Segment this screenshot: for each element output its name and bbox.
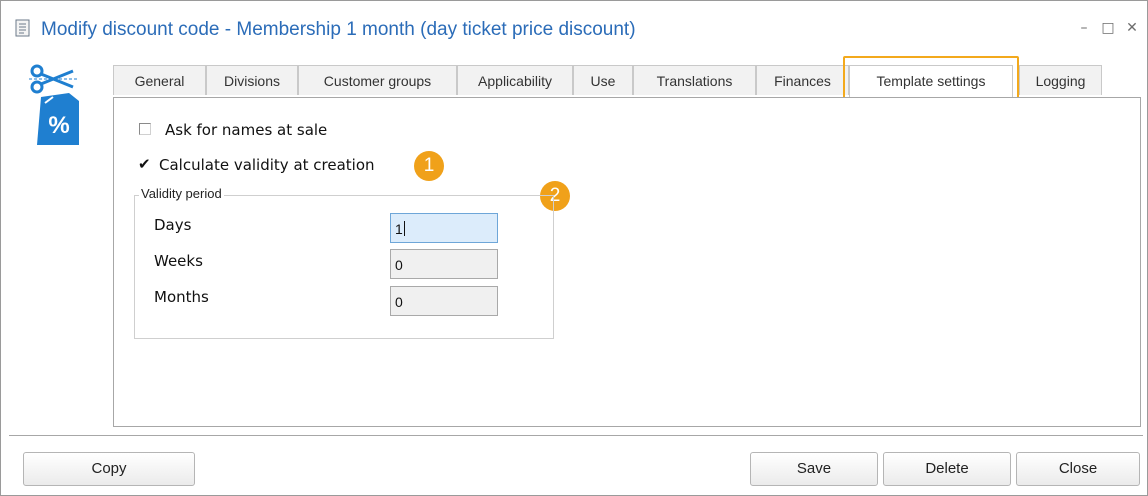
close-window-button[interactable]: ✕ — [1123, 19, 1141, 37]
discount-scissors-percent-icon: % — [29, 64, 79, 145]
days-input[interactable]: 1 — [390, 213, 498, 243]
days-label: Days — [154, 216, 192, 234]
months-input[interactable]: 0 — [390, 286, 498, 316]
maximize-button[interactable]: □ — [1099, 19, 1117, 37]
tab-general[interactable]: General — [113, 65, 206, 95]
delete-button[interactable]: Delete — [883, 452, 1011, 486]
tab-use[interactable]: Use — [573, 65, 633, 95]
days-value: 1 — [395, 221, 403, 237]
annotation-badge-1: 1 — [414, 151, 444, 181]
percent-glyph: % — [48, 112, 69, 139]
calc-validity-checkbox[interactable]: ✔ — [138, 155, 151, 173]
window-title: Modify discount code - Membership 1 mont… — [41, 19, 636, 40]
minimize-button[interactable]: – — [1075, 19, 1093, 37]
copy-button[interactable]: Copy — [23, 452, 195, 486]
checkmark-icon: ✔ — [138, 155, 151, 173]
tab-template-settings[interactable]: Template settings — [849, 65, 1013, 98]
tab-translations[interactable]: Translations — [633, 65, 756, 95]
form-icon — [15, 19, 30, 37]
weeks-label: Weeks — [154, 252, 203, 270]
weeks-value: 0 — [395, 257, 403, 273]
save-button[interactable]: Save — [750, 452, 878, 486]
weeks-input[interactable]: 0 — [390, 249, 498, 279]
close-button[interactable]: Close — [1016, 452, 1140, 486]
months-value: 0 — [395, 294, 403, 310]
tab-finances[interactable]: Finances — [756, 65, 849, 95]
calc-validity-label: Calculate validity at creation — [159, 156, 375, 174]
tab-divisions[interactable]: Divisions — [206, 65, 298, 95]
months-label: Months — [154, 288, 209, 306]
tab-applicability[interactable]: Applicability — [457, 65, 573, 95]
validity-period-legend: Validity period — [139, 186, 224, 201]
tab-customer-groups[interactable]: Customer groups — [298, 65, 457, 95]
text-caret — [403, 221, 405, 236]
ask-names-label: Ask for names at sale — [165, 121, 328, 139]
title-bar: Modify discount code - Membership 1 mont… — [1, 1, 1147, 49]
dialog-window: Modify discount code - Membership 1 mont… — [0, 0, 1148, 496]
ask-names-checkbox[interactable] — [139, 123, 151, 135]
tab-logging[interactable]: Logging — [1019, 65, 1102, 95]
